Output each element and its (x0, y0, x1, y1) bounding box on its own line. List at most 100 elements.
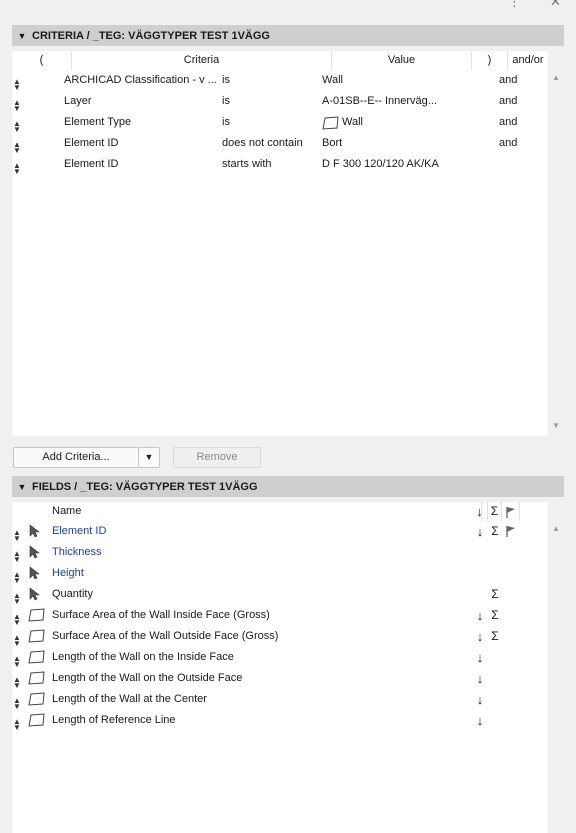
col-criteria[interactable]: Criteria (72, 51, 332, 70)
sort-icon[interactable]: ↓ (472, 668, 488, 689)
field-name[interactable]: Element ID (52, 521, 472, 542)
field-name[interactable]: Length of the Wall on the Outside Face (52, 668, 472, 689)
field-row[interactable]: ▲ ▼ Length of the Wall on the Inside Face ↓ (12, 647, 546, 669)
criteria-row[interactable]: ▲ ▼ Element ID does not contain Bort and (12, 133, 546, 155)
reorder-handle-icon[interactable]: ▲ ▼ (12, 655, 22, 669)
scroll-up-icon[interactable]: ▲ (548, 524, 564, 533)
reorder-handle-icon[interactable]: ▲ ▼ (12, 550, 22, 564)
reorder-handle-icon[interactable]: ▲ ▼ (12, 592, 22, 606)
col-flag-icon[interactable] (502, 502, 520, 521)
sum-icon[interactable]: Σ (488, 605, 502, 626)
reorder-handle-icon[interactable]: ▲ ▼ (12, 120, 22, 134)
field-row[interactable]: ▲ ▼ Surface Area of the Wall Inside Face (… (12, 605, 546, 627)
criteria-scrollbar[interactable]: ▲ ▼ (548, 51, 564, 436)
more-icon[interactable]: ⋮ (508, 0, 521, 10)
criteria-operator[interactable]: does not contain (222, 133, 322, 154)
criteria-andor[interactable]: and (499, 91, 539, 112)
close-icon[interactable]: ✕ (550, 0, 561, 10)
field-row[interactable]: ▲ ▼ Length of the Wall at the Center ↓ (12, 689, 546, 711)
criteria-property[interactable]: Element ID (64, 133, 224, 154)
field-row[interactable]: ▲ ▼ Length of the Wall on the Outside Face… (12, 668, 546, 690)
criteria-row[interactable]: ▲ ▼ ARCHICAD Classification - v ... is Wall a… (12, 70, 546, 92)
reorder-handle-icon[interactable]: ▲ ▼ (12, 676, 22, 690)
collapse-triangle-icon[interactable]: ▼ (12, 482, 32, 492)
reorder-handle-icon[interactable]: ▲ ▼ (12, 718, 22, 732)
add-criteria-dropdown-button[interactable]: ▼ (138, 447, 160, 468)
sum-icon[interactable]: Σ (488, 626, 502, 647)
criteria-property[interactable]: ARCHICAD Classification - v ... (64, 70, 224, 91)
criteria-andor[interactable]: and (499, 70, 539, 91)
field-name[interactable]: Thickness (52, 542, 472, 563)
criteria-operator[interactable]: is (222, 70, 322, 91)
criteria-operator[interactable]: starts with (222, 154, 322, 175)
reorder-handle-icon[interactable]: ▲ ▼ (12, 141, 22, 155)
sort-icon[interactable]: ↓ (472, 521, 488, 542)
field-row[interactable]: ▲ ▼ Element ID ↓ Σ (12, 521, 546, 543)
reorder-handle-icon[interactable]: ▲ ▼ (12, 571, 22, 585)
criteria-row[interactable]: ▲ ▼ Element ID starts with D F 300 120/120 A… (12, 154, 546, 176)
criteria-property[interactable]: Layer (64, 91, 224, 112)
criteria-row[interactable]: ▲ ▼ Element Type is Wall and (12, 112, 546, 134)
reorder-handle-icon[interactable]: ▲ ▼ (12, 99, 22, 113)
reorder-handle-icon[interactable]: ▲ ▼ (12, 78, 22, 92)
wall-icon (28, 629, 50, 643)
remove-button[interactable]: Remove (173, 447, 261, 468)
criteria-value[interactable]: A-01SB--E-- Innerväg... (322, 91, 462, 112)
criteria-operator[interactable]: is (222, 91, 322, 112)
criteria-value-text: Bort (322, 137, 343, 149)
scroll-down-icon[interactable]: ▼ (548, 421, 564, 430)
field-name[interactable]: Quantity (52, 584, 472, 605)
field-row[interactable]: ▲ ▼ Thickness (12, 542, 546, 564)
field-row[interactable]: ▲ ▼ Quantity Σ (12, 584, 546, 606)
criteria-row[interactable]: ▲ ▼ Layer is A-01SB--E-- Innerväg... and (12, 91, 546, 113)
fields-scrollbar[interactable]: ▲ (548, 502, 564, 833)
criteria-andor[interactable]: and (499, 133, 539, 154)
criteria-andor[interactable]: and (499, 112, 539, 133)
criteria-value[interactable]: Bort (322, 133, 462, 154)
sort-icon[interactable]: ↓ (472, 710, 488, 731)
sort-icon[interactable]: ↓ (472, 605, 488, 626)
criteria-value-text: Wall (322, 74, 343, 86)
col-value[interactable]: Value (332, 51, 472, 70)
criteria-property[interactable]: Element Type (64, 112, 224, 133)
criteria-table: ( Criteria Value ) and/or ▲ ▼ ARCHICAD Cla… (12, 51, 548, 436)
field-name[interactable]: Length of the Wall on the Inside Face (52, 647, 472, 668)
criteria-property[interactable]: Element ID (64, 154, 224, 175)
sort-icon[interactable]: ↓ (472, 626, 488, 647)
field-name[interactable]: Height (52, 563, 472, 584)
col-name[interactable]: Name (52, 502, 482, 521)
sum-icon[interactable]: Σ (488, 521, 502, 542)
field-row[interactable]: ▲ ▼ Surface Area of the Wall Outside Face … (12, 626, 546, 648)
sort-icon[interactable]: ↓ (472, 689, 488, 710)
col-andor[interactable]: and/or (508, 51, 548, 70)
sort-icon[interactable]: ↓ (472, 647, 488, 668)
col-sum-icon[interactable]: Σ (488, 502, 502, 521)
field-name[interactable]: Surface Area of the Wall Inside Face (Gr… (52, 605, 472, 626)
reorder-handle-icon[interactable]: ▲ ▼ (12, 529, 22, 543)
col-open-paren[interactable]: ( (12, 51, 72, 70)
field-name[interactable]: Length of the Wall at the Center (52, 689, 472, 710)
reorder-handle-icon[interactable]: ▲ ▼ (12, 634, 22, 648)
add-criteria-button[interactable]: Add Criteria... (13, 447, 139, 468)
scroll-up-icon[interactable]: ▲ (548, 73, 564, 82)
criteria-value[interactable]: Wall (322, 112, 462, 133)
reorder-handle-icon[interactable]: ▲ ▼ (12, 697, 22, 711)
field-name[interactable]: Length of Reference Line (52, 710, 472, 731)
criteria-section-header[interactable]: ▼ CRITERIA / _TEG: VÄGGTYPER TEST 1VÄGG (12, 25, 564, 46)
field-row[interactable]: ▲ ▼ Height (12, 563, 546, 585)
col-close-paren[interactable]: ) (472, 51, 508, 70)
field-name[interactable]: Surface Area of the Wall Outside Face (G… (52, 626, 472, 647)
criteria-value[interactable]: D F 300 120/120 AK/KA (322, 154, 462, 175)
criteria-value[interactable]: Wall (322, 70, 462, 91)
sum-icon[interactable]: Σ (488, 584, 502, 605)
col-sort-icon[interactable]: ↓ (472, 502, 488, 521)
fields-section-header[interactable]: ▼ FIELDS / _TEG: VÄGGTYPER TEST 1VÄGG (12, 476, 564, 497)
wall-icon (322, 115, 340, 130)
collapse-triangle-icon[interactable]: ▼ (12, 31, 32, 41)
field-row[interactable]: ▲ ▼ Length of Reference Line ↓ (12, 710, 546, 732)
criteria-operator[interactable]: is (222, 112, 322, 133)
flag-icon[interactable] (504, 521, 520, 538)
reorder-handle-icon[interactable]: ▲ ▼ (12, 613, 22, 627)
reorder-handle-icon[interactable]: ▲ ▼ (12, 162, 22, 176)
cursor-icon (28, 524, 50, 538)
